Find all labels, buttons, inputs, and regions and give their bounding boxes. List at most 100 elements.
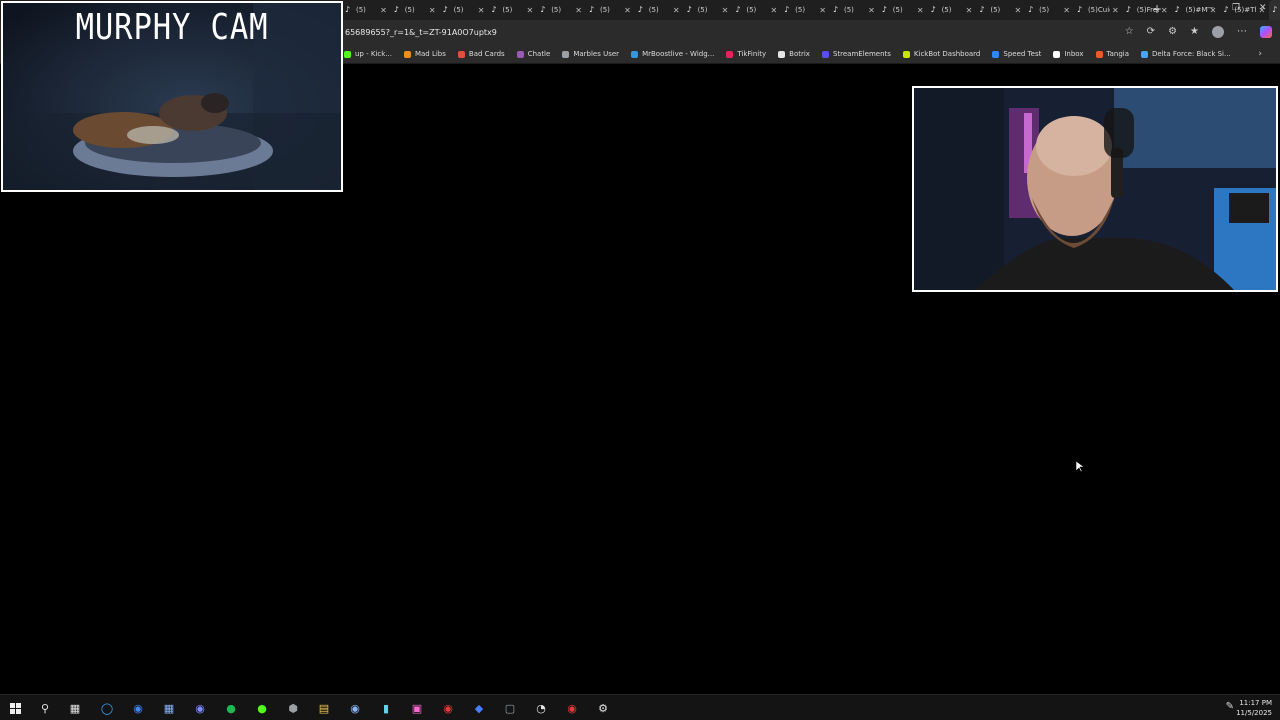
bookmarks-overflow-chevron-icon[interactable]: › <box>1258 49 1262 59</box>
file-explorer-icon[interactable]: ▤ <box>317 701 331 715</box>
bookmark-item[interactable]: StreamElements <box>821 50 891 58</box>
more-menu-icon[interactable]: ⋯ <box>1237 26 1247 38</box>
browser-tab[interactable]: ♪ (5) ✕ <box>1025 0 1074 20</box>
bookmark-item[interactable]: Tangia <box>1095 50 1129 58</box>
browser-tab[interactable]: ♪ (5) ✕ <box>440 0 489 20</box>
windows-start-icon[interactable] <box>8 701 22 715</box>
kick-app-icon[interactable]: ● <box>255 701 269 715</box>
tiktok-icon: ♪ <box>637 5 643 14</box>
tab-close-icon[interactable]: ✕ <box>1063 6 1070 15</box>
streamelements-icon <box>821 50 829 58</box>
close-window-icon[interactable]: ✕ <box>1259 3 1267 13</box>
browser-tab[interactable]: ♪ (5) ✕ <box>342 0 391 20</box>
bookmark-item[interactable]: up - Kick... <box>344 50 392 58</box>
browser-tab[interactable]: ♪ (5) ✕ <box>976 0 1025 20</box>
browser-tab[interactable]: ♪Tik✕ <box>1269 0 1280 20</box>
profile-avatar-icon[interactable] <box>1212 26 1224 38</box>
browser-tab[interactable]: ♪ (5) ✕ <box>488 0 537 20</box>
new-tab-icon[interactable]: + <box>1152 2 1162 16</box>
discord-icon[interactable]: ◉ <box>193 701 207 715</box>
task-view-icon[interactable]: ▦ <box>68 701 82 715</box>
copilot-icon[interactable] <box>1260 26 1272 38</box>
tab-close-icon[interactable]: ✕ <box>966 6 973 15</box>
tab-close-icon[interactable]: ✕ <box>673 6 680 15</box>
tab-title: (5) <box>746 6 757 14</box>
instagram-icon[interactable]: ▣ <box>410 701 424 715</box>
browser-tab[interactable]: ♪ (5) ✕ <box>879 0 928 20</box>
desktop-screen: ♪ (5) ✕ ♪ (5) ✕ ♪ (5) ✕ ♪ (5) ✕ ♪ (5) ✕ ♪ (5) ✕ ♪ (5) ✕ ♪ (5) ✕… <box>0 0 1280 720</box>
tab-close-icon[interactable]: ✕ <box>1014 6 1021 15</box>
bookmark-item[interactable]: MrBoostlive - Widg... <box>631 50 714 58</box>
browser-tab[interactable]: ♪ (5) ✕ <box>684 0 733 20</box>
tab-list: ♪ (5) ✕ ♪ (5) ✕ ♪ (5) ✕ ♪ (5) ✕ ♪ (5) ✕ ♪ (5) ✕ ♪ (5) ✕ ♪ (5) ✕… <box>342 0 1280 20</box>
browser-tab[interactable]: ♪ (5) ✕ <box>391 0 440 20</box>
browser-tab[interactable]: ♪ (5) ✕ <box>635 0 684 20</box>
calculator-icon[interactable]: ▦ <box>162 701 176 715</box>
botrix-icon <box>778 50 786 58</box>
tab-close-icon[interactable]: ✕ <box>819 6 826 15</box>
tab-close-icon[interactable]: ✕ <box>429 6 436 15</box>
browser-tab[interactable]: ♪ (5)Cuida✕ <box>1074 0 1123 20</box>
bookmark-item[interactable]: Inbox <box>1053 50 1084 58</box>
system-clock[interactable]: 11:17 PM 11/5/2025 <box>1236 698 1272 718</box>
browser-tab[interactable]: ♪ (5) ✕ <box>732 0 781 20</box>
streamlabs-icon[interactable]: ◆ <box>472 701 486 715</box>
spotify-icon[interactable]: ● <box>224 701 238 715</box>
tab-close-icon[interactable]: ✕ <box>722 6 729 15</box>
streamer-webcam-video <box>914 88 1276 290</box>
obs-icon[interactable]: ⬢ <box>286 701 300 715</box>
search-icon[interactable]: ⚲ <box>38 701 52 715</box>
browser-tab[interactable]: ♪ (5) ✕ <box>781 0 830 20</box>
bookmark-item[interactable]: KickBot Dashboard <box>902 50 980 58</box>
chatle-icon <box>516 50 524 58</box>
bookmark-item[interactable]: Chatle <box>516 50 550 58</box>
chrome-icon[interactable]: ◉ <box>131 701 145 715</box>
tab-close-icon[interactable]: ✕ <box>770 6 777 15</box>
bookmark-label: Delta Force: Black Si... <box>1152 50 1231 58</box>
mouse-cursor-icon <box>1076 461 1084 473</box>
favorites-icon[interactable]: ★ <box>1190 26 1199 38</box>
browser-tab[interactable]: ♪ (5) ✕ <box>928 0 977 20</box>
bookmark-item[interactable]: Delta Force: Black Si... <box>1141 50 1231 58</box>
tab-close-icon[interactable]: ✕ <box>1112 6 1119 15</box>
browser-tab[interactable]: ♪ (5) ✕ <box>830 0 879 20</box>
browser-tab[interactable]: ♪ (5) ✕ <box>537 0 586 20</box>
tab-title: (5) <box>404 6 415 14</box>
record-app-icon[interactable]: ◉ <box>441 701 455 715</box>
bookmark-item[interactable]: Bad Cards <box>457 50 505 58</box>
recorder-icon[interactable]: ◉ <box>565 701 579 715</box>
address-bar-url[interactable]: 65689655?_r=1&_t=ZT-91A0O7uptx9 <box>345 28 497 37</box>
notepad-icon[interactable]: ▮ <box>379 701 393 715</box>
delta-icon <box>1141 50 1149 58</box>
clock-time: 11:17 PM <box>1239 699 1272 707</box>
bookmark-item[interactable]: Marbles User <box>562 50 619 58</box>
bookmark-item[interactable]: TikFinity <box>726 50 766 58</box>
tab-close-icon[interactable]: ✕ <box>380 6 387 15</box>
settings-gear-icon[interactable]: ⚙ <box>596 701 610 715</box>
extensions-icon[interactable]: ⟳ <box>1147 26 1155 38</box>
puzzle-icon[interactable]: ⚙ <box>1168 26 1177 38</box>
tab-close-icon[interactable]: ✕ <box>478 6 485 15</box>
minimize-icon[interactable]: — <box>1205 3 1214 13</box>
bookmark-item[interactable]: Speed Test <box>992 50 1041 58</box>
speedometer-icon[interactable]: ◔ <box>534 701 548 715</box>
murphy-cam-overlay: MURPHY CAM <box>1 1 343 192</box>
edge-browser-icon[interactable]: ◯ <box>100 701 114 715</box>
pen-tray-icon[interactable]: ✎ <box>1226 701 1234 712</box>
widget-icon <box>631 50 639 58</box>
tab-close-icon[interactable]: ✕ <box>624 6 631 15</box>
tab-close-icon[interactable]: ✕ <box>917 6 924 15</box>
bookmark-item[interactable]: Botrix <box>778 50 810 58</box>
favorite-star-icon[interactable]: ☆ <box>1125 26 1134 38</box>
tab-close-icon[interactable]: ✕ <box>526 6 533 15</box>
browser-tab[interactable]: ♪(5)Free✕ <box>1123 0 1172 20</box>
bookmark-item[interactable]: Mad Libs <box>403 50 446 58</box>
browser-tab[interactable]: ♪ (5) ✕ <box>586 0 635 20</box>
streamer-webcam-overlay <box>912 86 1278 292</box>
tab-close-icon[interactable]: ✕ <box>575 6 582 15</box>
tab-close-icon[interactable]: ✕ <box>868 6 875 15</box>
restore-icon[interactable]: ❐ <box>1232 3 1240 13</box>
paint-icon[interactable]: ◉ <box>348 701 362 715</box>
app-window-icon[interactable]: ▢ <box>503 701 517 715</box>
tiktok-icon: ♪ <box>442 5 448 14</box>
